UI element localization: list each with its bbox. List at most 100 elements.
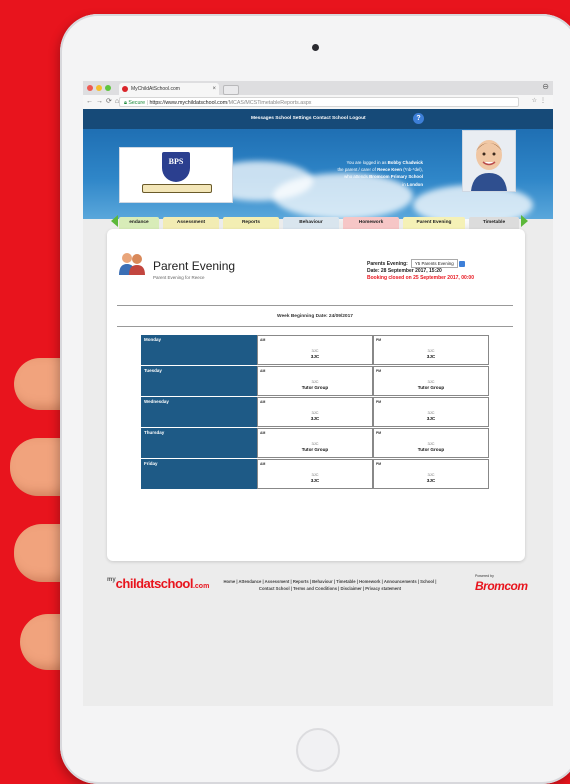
slot-class: 3JC xyxy=(426,354,436,359)
school-banner-icon xyxy=(142,184,212,193)
tab-reports[interactable]: Reports xyxy=(223,217,279,229)
url-prefix: https://www.mychildatschool.com xyxy=(149,100,228,106)
url-bar[interactable]: 🔒︎ Secure | https://www.mychildatschool.… xyxy=(119,97,519,107)
slot-tag: PM xyxy=(376,462,382,466)
top-links[interactable]: Messages School Settings Contact School … xyxy=(251,116,366,121)
slot-tag: PM xyxy=(376,400,382,404)
slot-tag: PM xyxy=(376,369,382,373)
site-topbar: Messages School Settings Contact School … xyxy=(83,109,553,129)
logo-my: my xyxy=(107,577,116,583)
footer-links[interactable]: Home | Attendance | Assessment | Reports… xyxy=(203,578,457,592)
slot-tuesday-pm[interactable]: PM 3JC Tutor Group xyxy=(373,366,489,396)
tab-assessment[interactable]: Assessment xyxy=(163,217,219,229)
module-tabs: endance Assessment Reports Behaviour Hom… xyxy=(119,217,519,229)
child-photo-icon xyxy=(463,131,515,191)
userinfo-prefix-1: You are logged in as xyxy=(346,160,387,165)
day-friday: Friday xyxy=(141,459,257,489)
url-path: /MCAS/MCSTimetableReports.aspx xyxy=(227,100,312,106)
evening-details: Parents Evening: Y5 Parents Evening Date:… xyxy=(367,259,474,282)
slot-tag: PM xyxy=(376,338,382,342)
slot-tag: AM xyxy=(260,431,266,435)
slot-group: 3JC xyxy=(427,348,435,353)
slot-class: Tutor Group xyxy=(301,385,329,390)
slot-monday-pm[interactable]: PM 3JC 3JC xyxy=(373,335,489,365)
slot-class: Tutor Group xyxy=(301,447,329,452)
slot-class: 3JC xyxy=(310,354,320,359)
tabs-left-arrow-icon[interactable] xyxy=(111,215,118,227)
slot-thursday-pm[interactable]: PM 3JC Tutor Group xyxy=(373,428,489,458)
close-window-dot[interactable] xyxy=(87,85,93,91)
child-name: Reece Keen xyxy=(377,167,402,173)
tab-timetable[interactable]: Timetable xyxy=(469,217,519,229)
nav-buttons-icon[interactable]: ←→⟳⌂ xyxy=(86,97,122,105)
browser-tabstrip: MyChildAtSchool.com × ⊖ xyxy=(83,81,553,95)
minimize-window-dot[interactable] xyxy=(96,85,102,91)
browser-toolbar: ←→⟳⌂ 🔒︎ Secure | https://www.mychildatsc… xyxy=(83,95,553,110)
evening-label: Parents Evening: xyxy=(367,261,408,267)
footer-logo[interactable]: mychildatschool.com xyxy=(107,575,209,593)
slot-group: 3JC xyxy=(311,410,319,415)
bromcom-logo[interactable]: Bromcom xyxy=(475,579,528,593)
userinfo-prefix-4: in xyxy=(402,181,406,187)
logo-main: childatschool xyxy=(115,576,194,591)
help-icon[interactable]: ? xyxy=(413,113,424,124)
week-beginning: Week Beginning Date: 24/09/2017 xyxy=(277,314,353,319)
slot-friday-pm[interactable]: PM 3JC 3JC xyxy=(373,459,489,489)
tab-homework[interactable]: Homework xyxy=(343,217,399,229)
slot-monday-am[interactable]: AM 3JC 3JC xyxy=(257,335,373,365)
home-button[interactable] xyxy=(296,728,340,772)
userinfo-prefix-2: the parent / carer of xyxy=(337,167,376,173)
parents-icon xyxy=(119,253,145,275)
slot-friday-am[interactable]: AM 3JC 3JC xyxy=(257,459,373,489)
slot-thursday-am[interactable]: AM 3JC Tutor Group xyxy=(257,428,373,458)
browser-tab-title: MyChildAtSchool.com xyxy=(131,86,180,92)
booking-closed: Booking closed on 25 September 2017, 00:… xyxy=(367,275,474,281)
tab-behaviour[interactable]: Behaviour xyxy=(283,217,339,229)
tab-parent-evening[interactable]: Parent Evening xyxy=(403,217,465,229)
browser-tab[interactable]: MyChildAtSchool.com × xyxy=(119,83,219,95)
select-go-icon[interactable] xyxy=(459,260,466,267)
slot-group: 3JC xyxy=(311,472,319,477)
slot-wednesday-am[interactable]: AM 3JC 3JC xyxy=(257,397,373,427)
page-subtitle: Parent Evening for Reece xyxy=(153,275,205,280)
userinfo-suffix-2: (*nb-*del), xyxy=(403,167,423,173)
user-name: Bobby Chadwick xyxy=(387,160,423,165)
page-title: Parent Evening xyxy=(153,259,236,273)
new-tab-button[interactable] xyxy=(223,85,239,95)
child-avatar xyxy=(462,130,516,192)
favicon-icon xyxy=(122,86,128,92)
footer-links-line2[interactable]: Contact School | Terms and Conditions | … xyxy=(203,585,457,592)
slot-tag: AM xyxy=(260,462,266,466)
slot-wednesday-pm[interactable]: PM 3JC 3JC xyxy=(373,397,489,427)
slot-tag: PM xyxy=(376,431,382,435)
divider-top xyxy=(117,305,513,306)
slot-class: 3JC xyxy=(426,416,436,421)
evening-select[interactable]: Y5 Parents Evening xyxy=(410,259,458,268)
slot-tag: AM xyxy=(260,400,266,404)
slot-class: 3JC xyxy=(310,416,320,421)
day-wednesday: Wednesday xyxy=(141,397,257,427)
footer-links-line1[interactable]: Home | Attendance | Assessment | Reports… xyxy=(203,578,457,585)
slot-group: 3JC xyxy=(311,379,319,384)
slot-tuesday-am[interactable]: AM 3JC Tutor Group xyxy=(257,366,373,396)
slot-class: Tutor Group xyxy=(417,385,445,390)
slot-class: 3JC xyxy=(310,478,320,483)
school-crest-icon: BPS xyxy=(162,152,190,182)
slot-group: 3JC xyxy=(427,410,435,415)
camera-dot xyxy=(312,44,319,51)
tab-close-icon[interactable]: × xyxy=(212,83,216,95)
evening-date: Date: 28 September 2017, 15:20 xyxy=(367,268,442,274)
tab-attendance[interactable]: endance xyxy=(119,217,159,229)
slot-tag: AM xyxy=(260,369,266,373)
tabs-right-arrow-icon[interactable] xyxy=(521,215,528,227)
slot-class: Tutor Group xyxy=(417,447,445,452)
slot-tag: AM xyxy=(260,338,266,342)
divider-bottom xyxy=(117,326,513,327)
school-logo: BPS xyxy=(119,147,233,203)
day-monday: Monday xyxy=(141,335,257,365)
browser-tools-icon[interactable]: ☆⋮ xyxy=(532,97,549,104)
maximize-window-dot[interactable] xyxy=(105,85,111,91)
day-thursday: Thursday xyxy=(141,428,257,458)
content-card: Parent Evening Parent Evening for Reece … xyxy=(107,229,525,561)
account-icon[interactable]: ⊖ xyxy=(542,82,549,91)
